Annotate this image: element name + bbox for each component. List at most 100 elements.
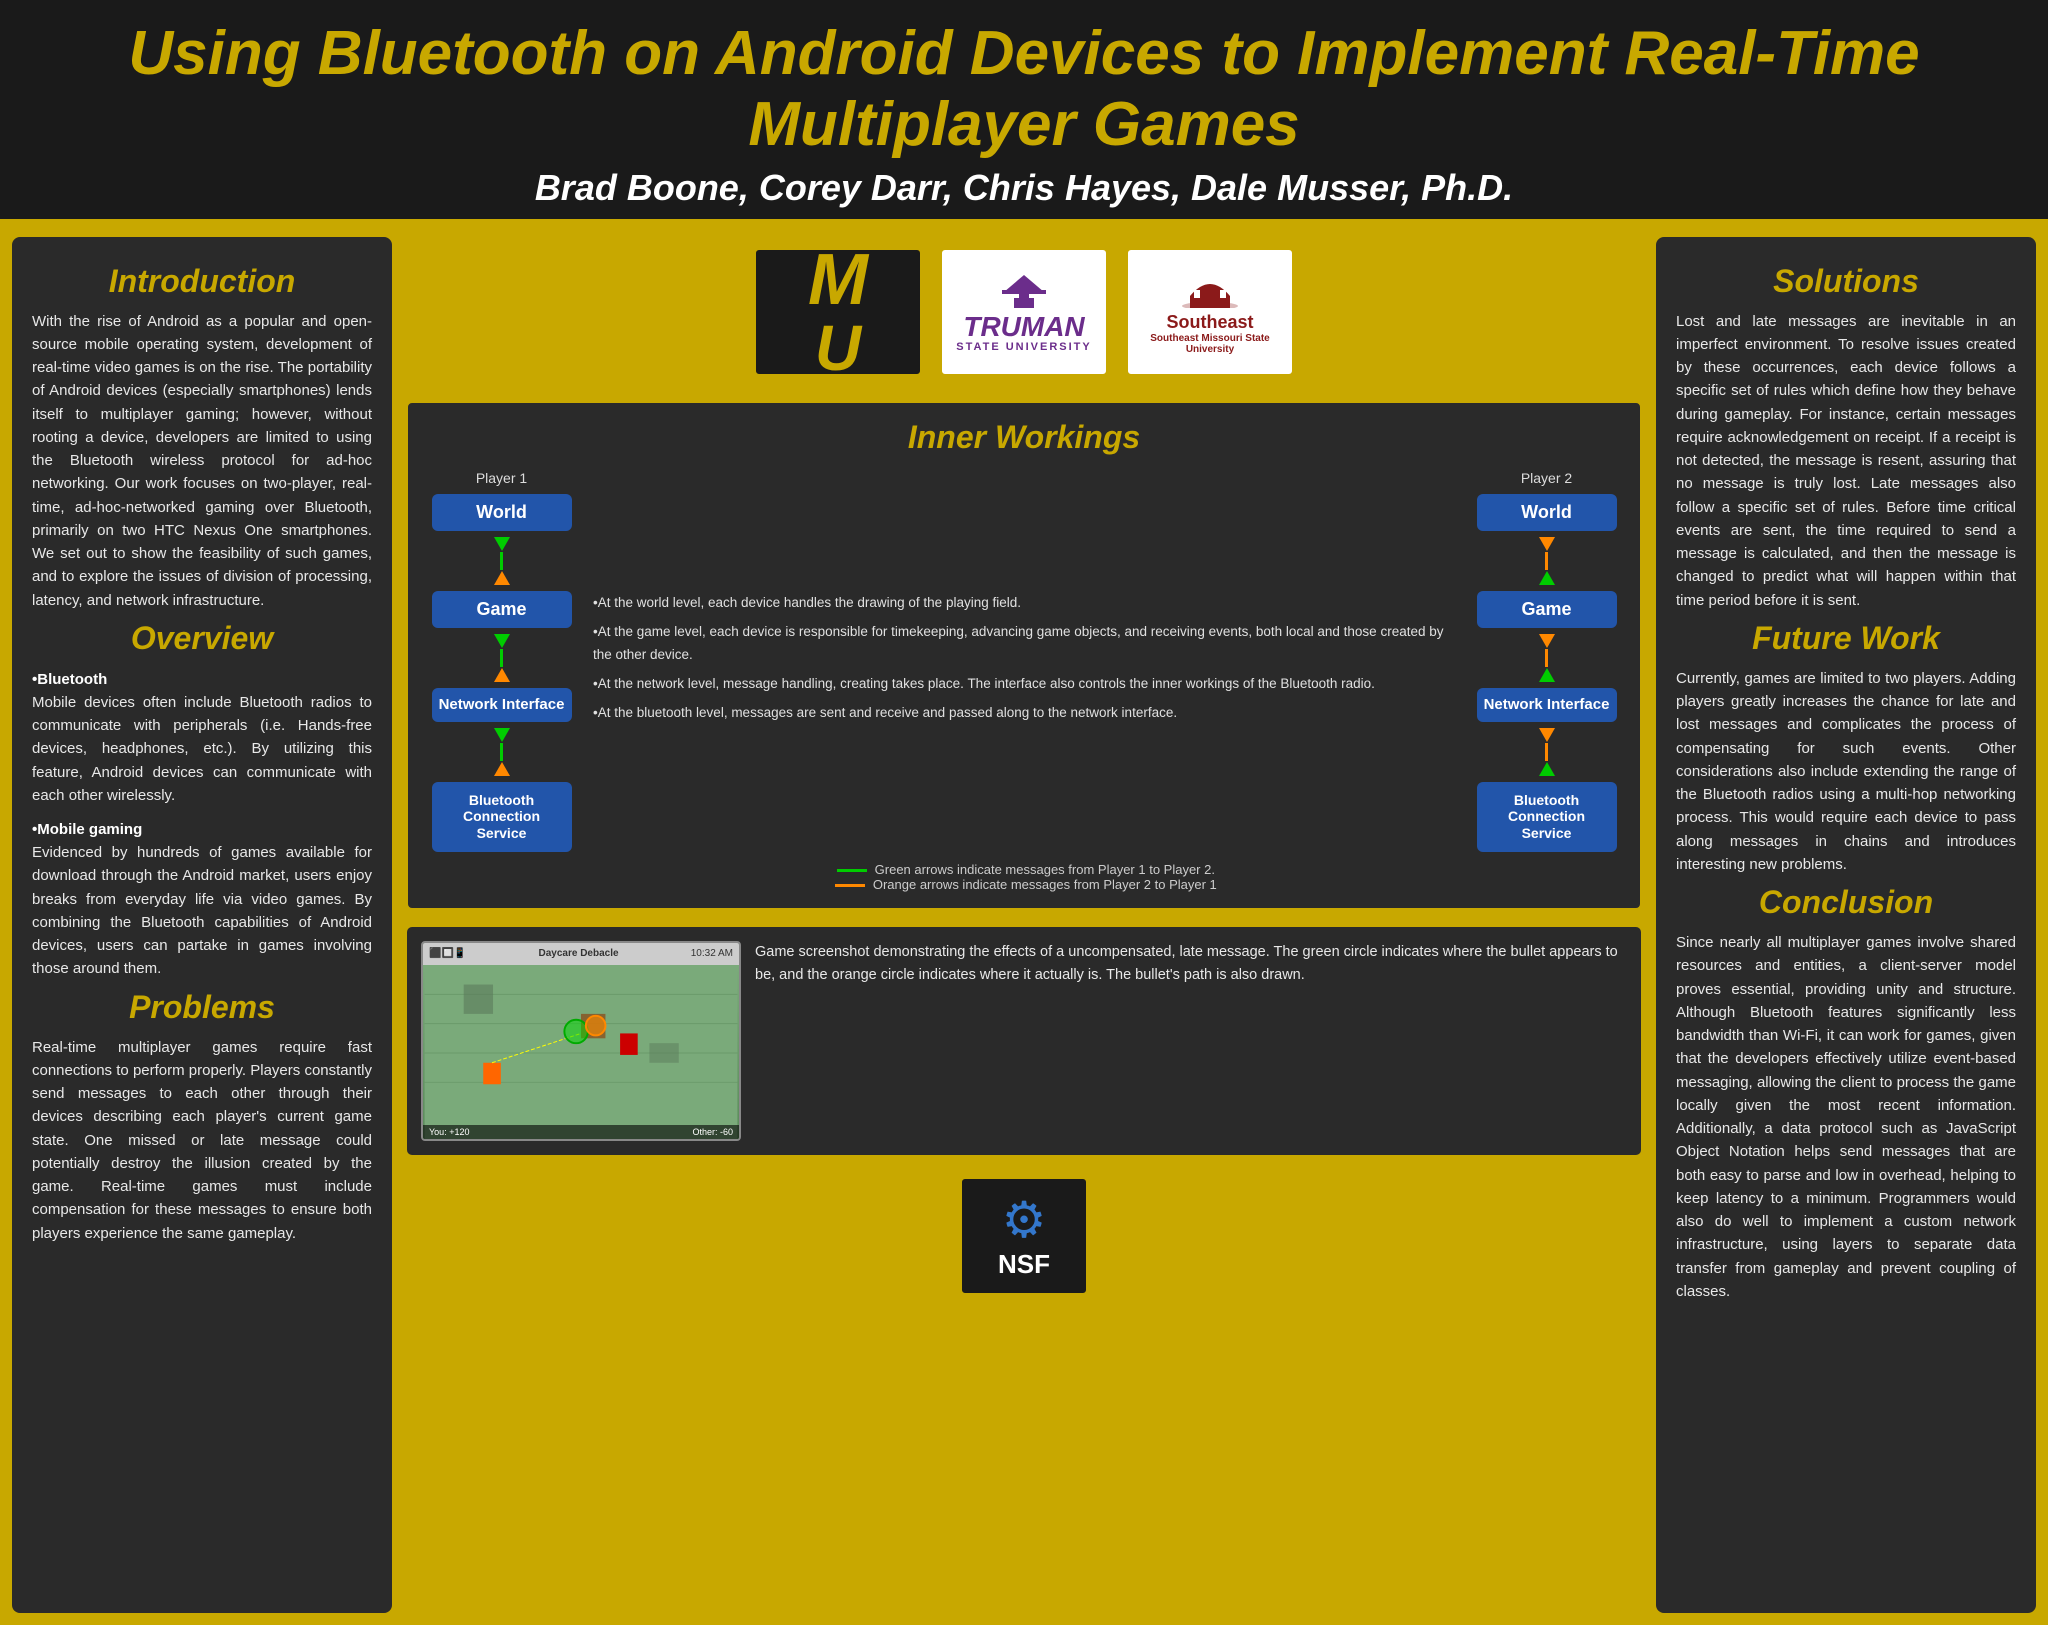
nsf-text: NSF: [998, 1249, 1050, 1280]
player2-game-box: Game: [1477, 591, 1617, 628]
vert-green-2: [500, 649, 503, 667]
center-column: M U TRUMAN STATE UNIVERSITY: [404, 237, 1644, 1613]
game-screenshot: ⬛🔲📱 Daycare Debacle 10:32 AM: [421, 941, 741, 1141]
down-green-arrow-2: [494, 634, 510, 648]
player1-game-box: Game: [432, 591, 572, 628]
problems-body: Real-time multiplayer games require fast…: [32, 1036, 372, 1245]
problems-title: Problems: [32, 989, 372, 1026]
solutions-body: Lost and late messages are inevitable in…: [1676, 310, 2016, 612]
main-content: Introduction With the rise of Android as…: [0, 225, 2048, 1625]
player2-label: Player 2: [1521, 470, 1572, 486]
nsf-row: ⚙ NSF: [404, 1176, 1644, 1296]
legend-green-text: Green arrows indicate messages from Play…: [875, 862, 1215, 877]
screenshot-panel: ⬛🔲📱 Daycare Debacle 10:32 AM: [404, 924, 1644, 1158]
future-work-title: Future Work: [1676, 620, 2016, 657]
legend-orange: Orange arrows indicate messages from Pla…: [424, 877, 1624, 892]
mu-logo-box: M U: [753, 247, 923, 377]
player1-world-game-arrows: [494, 537, 510, 585]
player1-game-network-arrows: [494, 634, 510, 682]
truman-text: TRUMAN: [956, 313, 1092, 341]
diagram-legend: Green arrows indicate messages from Play…: [424, 862, 1624, 892]
bullet1: •At the world level, each device handles…: [593, 592, 1455, 615]
conclusion-body: Since nearly all multiplayer games invol…: [1676, 931, 2016, 1303]
inner-workings-title: Inner Workings: [424, 419, 1624, 456]
up-orange-arrow-2: [494, 668, 510, 682]
bullet3: •At the network level, message handling,…: [593, 673, 1455, 696]
right-column: Solutions Lost and late messages are ine…: [1656, 237, 2036, 1613]
game-hud: You: +120 Other: -60: [423, 1125, 739, 1139]
game-title-bar: Daycare Debacle: [474, 948, 682, 959]
game-time: 10:32 AM: [691, 948, 733, 959]
player2-world-box: World: [1477, 494, 1617, 531]
bluetooth-body: Mobile devices often include Bluetooth r…: [32, 691, 372, 807]
nsf-gear-icon: ⚙: [1002, 1191, 1047, 1249]
player2-column: Player 2 World Game Network Interface: [1469, 470, 1624, 854]
vert-green-1: [500, 552, 503, 570]
mu-logo: M U: [808, 247, 868, 377]
header: Using Bluetooth on Android Devices to Im…: [0, 0, 2048, 225]
player1-world-box: World: [432, 494, 572, 531]
up-green-arrow-1: [1539, 571, 1555, 585]
mobile-head: •Mobile gaming: [32, 821, 372, 838]
se-dome-icon: [1180, 268, 1240, 308]
player1-label: Player 1: [476, 470, 527, 486]
diagram-middle-text: •At the world level, each device handles…: [583, 470, 1465, 854]
player2-game-network-arrows: [1539, 634, 1555, 682]
truman-building-icon: [994, 270, 1054, 308]
down-orange-arrow-1: [1539, 537, 1555, 551]
hud-you: You: +120: [429, 1127, 469, 1137]
orange-legend-line: [835, 884, 865, 887]
legend-green: Green arrows indicate messages from Play…: [424, 862, 1624, 877]
player1-column: Player 1 World Game Network Interface: [424, 470, 579, 854]
game-topbar: ⬛🔲📱 Daycare Debacle 10:32 AM: [423, 943, 739, 965]
game-icons: ⬛🔲📱: [429, 948, 466, 959]
conclusion-title: Conclusion: [1676, 884, 2016, 921]
vert-green-3: [500, 743, 503, 761]
up-orange-arrow-1: [494, 571, 510, 585]
screenshot-caption: Game screenshot demonstrating the effect…: [755, 941, 1627, 987]
bluetooth-head: •Bluetooth: [32, 671, 372, 688]
truman-sub: STATE UNIVERSITY: [956, 341, 1092, 353]
bullet2: •At the game level, each device is respo…: [593, 621, 1455, 667]
page-title: Using Bluetooth on Android Devices to Im…: [30, 18, 2018, 161]
player2-world-game-arrows: [1539, 537, 1555, 585]
se-text: Southeast: [1128, 313, 1292, 333]
future-work-body: Currently, games are limited to two play…: [1676, 667, 2016, 876]
vert-orange-2: [1545, 649, 1548, 667]
player2-network-bt-arrows: [1539, 728, 1555, 776]
inner-diagram: Player 1 World Game Network Interface: [424, 470, 1624, 854]
se-sub: Southeast Missouri State University: [1128, 333, 1292, 355]
player1-network-bt-arrows: [494, 728, 510, 776]
overview-title: Overview: [32, 620, 372, 657]
player2-bt-box: Bluetooth Connection Service: [1477, 782, 1617, 852]
game-map-svg: [423, 965, 739, 1139]
truman-logo: TRUMAN STATE UNIVERSITY: [956, 270, 1092, 353]
player1-bt-box: Bluetooth Connection Service: [432, 782, 572, 852]
mu-letter-m: M: [808, 247, 868, 316]
up-green-arrow-3: [1539, 762, 1555, 776]
southeast-logo: Southeast Southeast Missouri State Unive…: [1128, 268, 1292, 355]
authors: Brad Boone, Corey Darr, Chris Hayes, Dal…: [30, 167, 2018, 209]
bullet4: •At the bluetooth level, messages are se…: [593, 702, 1455, 725]
up-green-arrow-2: [1539, 668, 1555, 682]
nsf-logo-box: ⚙ NSF: [959, 1176, 1089, 1296]
legend-orange-text: Orange arrows indicate messages from Pla…: [873, 877, 1217, 892]
left-column: Introduction With the rise of Android as…: [12, 237, 392, 1613]
down-orange-arrow-3: [1539, 728, 1555, 742]
mobile-body: Evidenced by hundreds of games available…: [32, 841, 372, 981]
inner-workings-panel: Inner Workings Player 1 World Game: [404, 399, 1644, 912]
game-canvas: You: +120 Other: -60: [423, 965, 739, 1139]
logos-row: M U TRUMAN STATE UNIVERSITY: [404, 237, 1644, 387]
hud-other: Other: -60: [692, 1127, 733, 1137]
introduction-body: With the rise of Android as a popular an…: [32, 310, 372, 612]
southeast-logo-box: Southeast Southeast Missouri State Unive…: [1125, 247, 1295, 377]
down-orange-arrow-2: [1539, 634, 1555, 648]
player1-network-box: Network Interface: [432, 688, 572, 722]
vert-orange-1: [1545, 552, 1548, 570]
solutions-title: Solutions: [1676, 263, 2016, 300]
up-orange-arrow-3: [494, 762, 510, 776]
bullet-text: •At the world level, each device handles…: [593, 592, 1455, 731]
truman-logo-box: TRUMAN STATE UNIVERSITY: [939, 247, 1109, 377]
mu-letter-u: U: [808, 316, 868, 377]
introduction-title: Introduction: [32, 263, 372, 300]
